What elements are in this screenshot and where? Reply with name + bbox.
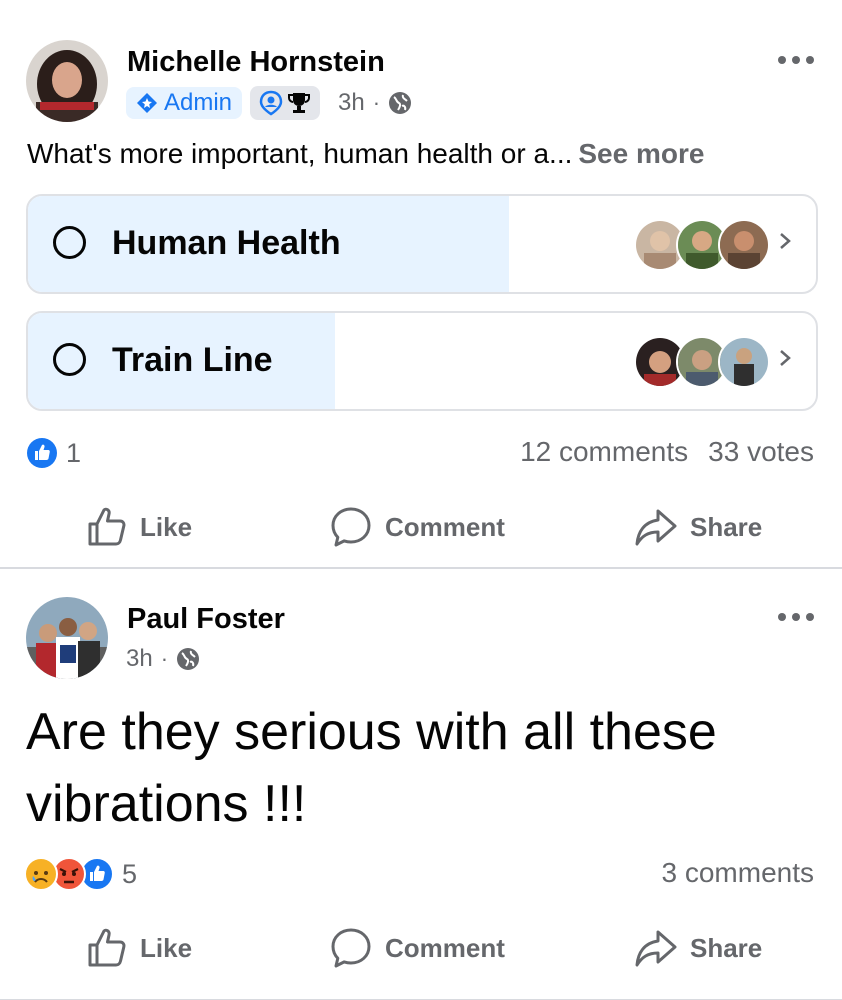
- post-meta: Admin 3h ·: [126, 86, 412, 120]
- like-button[interactable]: Like: [86, 927, 192, 969]
- like-icon: [88, 928, 126, 967]
- reactions-summary[interactable]: 5: [24, 857, 137, 891]
- poll-option-human-health[interactable]: Human Health: [26, 194, 818, 294]
- post-time[interactable]: 3h: [126, 645, 153, 673]
- meta-separator: ·: [160, 646, 169, 671]
- share-label: Share: [690, 511, 763, 542]
- comment-label: Comment: [385, 932, 505, 963]
- chevron-right-icon: [780, 350, 791, 366]
- sad-reaction-icon: [24, 857, 58, 891]
- share-icon: [635, 509, 677, 546]
- post-stats: 12 comments 33 votes: [500, 436, 814, 468]
- meta-separator: ·: [372, 90, 381, 115]
- like-button[interactable]: Like: [86, 506, 192, 548]
- post-meta: 3h ·: [126, 645, 200, 673]
- location-icon: [259, 90, 283, 116]
- admin-label: Admin: [164, 89, 233, 116]
- like-reaction-icon: [27, 438, 57, 468]
- like-label: Like: [140, 932, 193, 963]
- voter-avatars[interactable]: [634, 336, 770, 388]
- post-text-status: Paul Foster 3h · Are they serious with a…: [0, 569, 842, 1000]
- voter-avatar: [718, 219, 770, 271]
- share-icon: [635, 930, 677, 967]
- post-poll: Michelle Hornstein Admin 3h · What's mor…: [0, 0, 842, 567]
- poll-option-train-line[interactable]: Train Line: [26, 311, 818, 411]
- avatar[interactable]: [26, 40, 108, 122]
- reaction-count: 1: [66, 437, 82, 468]
- more-icon: [778, 613, 786, 621]
- reactions-summary[interactable]: 1: [26, 437, 81, 469]
- chevron-right-icon: [780, 233, 791, 249]
- voter-avatar: [718, 336, 770, 388]
- radio-button[interactable]: [53, 343, 86, 376]
- comments-count[interactable]: 12 comments: [520, 436, 688, 467]
- comments-count[interactable]: 3 comments: [662, 857, 815, 888]
- avatar[interactable]: [26, 597, 108, 679]
- post-stats: 3 comments: [642, 857, 815, 889]
- like-icon: [88, 507, 126, 546]
- share-button[interactable]: Share: [634, 506, 762, 548]
- comment-button[interactable]: Comment: [329, 506, 505, 548]
- more-options-button[interactable]: [778, 607, 814, 627]
- radio-button[interactable]: [53, 226, 86, 259]
- globe-icon: [389, 92, 412, 114]
- more-icon: [778, 56, 786, 64]
- action-bar: Like Comment Share: [0, 496, 842, 556]
- globe-icon: [177, 648, 200, 670]
- like-label: Like: [140, 511, 193, 542]
- post-text-body: What's more important, human health or a…: [27, 138, 573, 169]
- author-name[interactable]: Paul Foster: [127, 603, 285, 636]
- poll-option-label: Human Health: [112, 224, 341, 262]
- post-text: Are they serious with all these vibratio…: [26, 703, 717, 833]
- avatar-badge-banner: [40, 102, 94, 110]
- post-time[interactable]: 3h: [338, 89, 365, 117]
- action-bar: Like Comment Share: [0, 917, 842, 977]
- author-name[interactable]: Michelle Hornstein: [127, 46, 385, 79]
- more-options-button[interactable]: [778, 50, 814, 70]
- shield-icon: [137, 93, 157, 113]
- comment-button[interactable]: Comment: [329, 927, 505, 969]
- role-badges[interactable]: [250, 86, 321, 120]
- see-more-link[interactable]: See more: [578, 138, 704, 169]
- comment-icon: [331, 928, 371, 968]
- trophy-icon: [288, 93, 311, 113]
- comment-label: Comment: [385, 511, 505, 542]
- share-label: Share: [690, 932, 763, 963]
- admin-badge[interactable]: Admin: [126, 87, 243, 119]
- post-text: What's more important, human health or a…: [27, 138, 704, 170]
- voter-avatars[interactable]: [634, 219, 770, 271]
- share-button[interactable]: Share: [634, 927, 762, 969]
- poll-option-label: Train Line: [112, 341, 273, 379]
- comment-icon: [331, 507, 371, 547]
- votes-count[interactable]: 33 votes: [708, 436, 814, 467]
- reaction-count: 5: [122, 858, 138, 889]
